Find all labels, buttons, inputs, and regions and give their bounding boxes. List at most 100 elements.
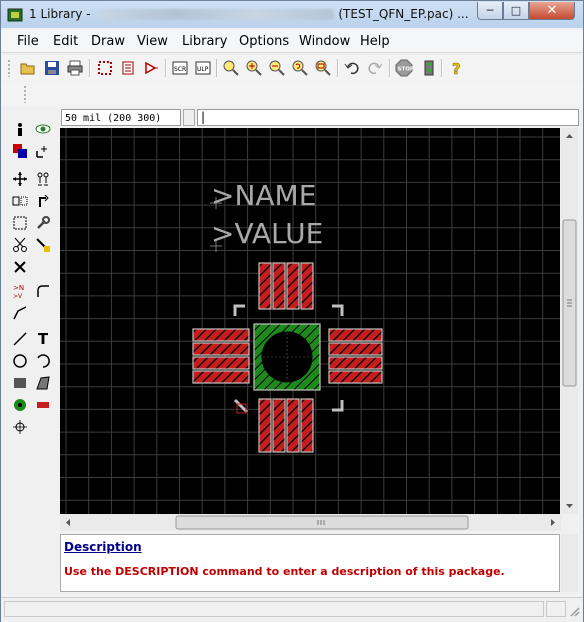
zoom-select-button[interactable] xyxy=(313,58,333,78)
show-tool[interactable] xyxy=(33,119,53,139)
save-button[interactable] xyxy=(42,58,62,78)
wire-tool[interactable] xyxy=(10,329,30,349)
smd-pad[interactable] xyxy=(328,328,383,342)
toolbar-separator xyxy=(441,59,443,77)
svg-text:STOP: STOP xyxy=(398,67,414,73)
scroll-down-arrow-icon[interactable] xyxy=(566,504,573,508)
zoom-redraw-button[interactable] xyxy=(290,58,310,78)
smd-pad[interactable] xyxy=(328,370,383,384)
smd-pad[interactable] xyxy=(258,262,272,310)
smd-tool[interactable] xyxy=(33,395,53,415)
smd-pad[interactable] xyxy=(192,328,250,342)
miter-tool[interactable] xyxy=(33,281,53,301)
circle-tool[interactable] xyxy=(10,351,30,371)
status-message-cell xyxy=(4,601,544,617)
description-link[interactable]: Description xyxy=(64,540,142,554)
display-tool[interactable] xyxy=(10,141,30,161)
split-tool[interactable] xyxy=(10,303,30,323)
command-line-input[interactable]: | xyxy=(197,109,579,126)
redo-icon xyxy=(368,62,383,75)
print-button[interactable] xyxy=(65,58,85,78)
smd-pad[interactable] xyxy=(286,262,300,310)
menu-window[interactable]: Window xyxy=(299,34,350,49)
mirror-tool[interactable] xyxy=(10,191,30,211)
smd-pad[interactable] xyxy=(192,356,250,370)
schematic-button[interactable] xyxy=(118,58,138,78)
smd-pad[interactable] xyxy=(272,262,286,310)
cut-tool[interactable] xyxy=(10,235,30,255)
horizontal-scrollbar-graphic xyxy=(66,515,555,530)
undo-icon xyxy=(344,62,359,75)
canvas-horizontal-scrollbar[interactable] xyxy=(60,514,561,531)
copy-tool[interactable] xyxy=(33,169,53,189)
toolbar-grip[interactable] xyxy=(23,85,27,103)
description-scrollbar[interactable] xyxy=(561,534,578,592)
menu-view[interactable]: View xyxy=(137,34,168,49)
hole-tool[interactable] xyxy=(10,417,30,437)
paste-tool[interactable] xyxy=(33,235,53,255)
scroll-left-arrow-icon[interactable] xyxy=(66,519,70,526)
smd-pad[interactable] xyxy=(258,398,272,453)
pad-tool[interactable] xyxy=(10,395,30,415)
smd-pad[interactable] xyxy=(192,342,250,356)
zoom-out-button[interactable] xyxy=(267,58,287,78)
copy-icon xyxy=(37,172,49,186)
scroll-up-arrow-icon[interactable] xyxy=(566,134,573,138)
maximize-button[interactable]: □ xyxy=(503,2,529,20)
menu-options[interactable]: Options xyxy=(239,34,289,49)
schematic-icon xyxy=(122,61,134,75)
info-tool[interactable] xyxy=(10,119,30,139)
smd-pad[interactable] xyxy=(272,398,286,453)
move-tool[interactable] xyxy=(10,169,30,189)
arc-tool[interactable] xyxy=(33,351,53,371)
drc-button[interactable] xyxy=(419,58,439,78)
ulp-button[interactable]: ULP xyxy=(193,58,213,78)
mark-icon xyxy=(36,146,47,158)
smd-pad[interactable] xyxy=(300,398,314,453)
canvas-vertical-scrollbar[interactable] xyxy=(561,128,578,514)
board-button[interactable] xyxy=(95,58,115,78)
scroll-right-arrow-icon[interactable] xyxy=(551,519,555,526)
zoom-in-button[interactable] xyxy=(244,58,264,78)
horizontal-scroll-thumb[interactable] xyxy=(175,515,469,530)
open-button[interactable] xyxy=(18,58,38,78)
polygon-tool[interactable] xyxy=(33,373,53,393)
menu-edit[interactable]: Edit xyxy=(53,34,78,49)
smd-pad[interactable] xyxy=(300,262,314,310)
minimize-button[interactable]: ─ xyxy=(477,2,503,20)
smd-pad[interactable] xyxy=(328,342,383,356)
delete-tool[interactable] xyxy=(10,257,30,277)
menu-file[interactable]: File xyxy=(17,34,39,49)
redo-button[interactable] xyxy=(365,58,385,78)
smash-tool[interactable]: >N >V xyxy=(10,281,30,301)
menu-library[interactable]: Library xyxy=(182,34,227,49)
smd-pad[interactable] xyxy=(286,398,300,453)
rect-tool[interactable] xyxy=(10,373,30,393)
minimize-icon: ─ xyxy=(486,4,494,17)
description-panel: Description Use the DESCRIPTION command … xyxy=(60,534,560,592)
zoom-fit-button[interactable] xyxy=(221,58,241,78)
menu-draw[interactable]: Draw xyxy=(91,34,125,49)
value-placeholder-text[interactable]: >VALUE xyxy=(211,217,323,250)
toolbar-grip[interactable] xyxy=(7,59,11,77)
rotate-tool[interactable] xyxy=(33,191,53,211)
undo-button[interactable] xyxy=(342,58,362,78)
symbol-button[interactable] xyxy=(141,58,161,78)
smd-pad[interactable] xyxy=(328,356,383,370)
group-tool[interactable] xyxy=(10,213,30,233)
script-button[interactable]: SCR xyxy=(170,58,190,78)
drawing-canvas[interactable]: >NAME >VALUE xyxy=(60,128,560,514)
close-button[interactable]: ✕ xyxy=(529,2,575,20)
toolbar-separator xyxy=(165,59,167,77)
change-tool[interactable] xyxy=(33,213,53,233)
menu-help[interactable]: Help xyxy=(360,34,390,49)
smd-pad[interactable] xyxy=(192,370,250,384)
text-tool[interactable]: T xyxy=(33,329,53,349)
toolbar-separator xyxy=(89,59,91,77)
help-button[interactable]: ? xyxy=(446,58,466,78)
stop-button[interactable]: STOP xyxy=(394,58,414,78)
package-editor-canvas[interactable]: >NAME >VALUE xyxy=(60,128,560,514)
mark-tool[interactable] xyxy=(33,141,53,161)
name-placeholder-text[interactable]: >NAME xyxy=(211,179,316,212)
resize-grip-icon[interactable] xyxy=(569,606,581,618)
